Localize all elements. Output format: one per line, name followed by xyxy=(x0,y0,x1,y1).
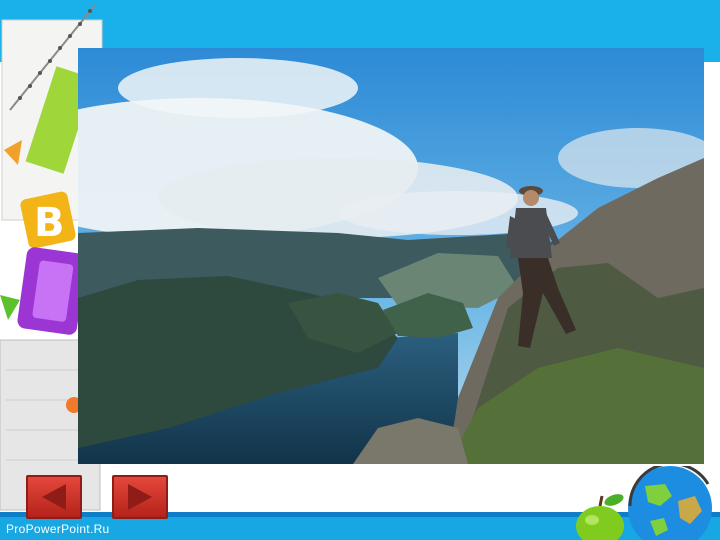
globe-decoration xyxy=(628,466,712,540)
previous-slide-button[interactable] xyxy=(26,475,82,519)
next-slide-button[interactable] xyxy=(112,475,168,519)
triangle-right-icon xyxy=(128,484,152,510)
letter-b-block: B xyxy=(34,200,65,246)
watermark-text: ProPowerPoint.Ru xyxy=(6,522,110,536)
triangle-left-icon xyxy=(42,484,66,510)
hiker-cliff-photo xyxy=(78,48,704,464)
